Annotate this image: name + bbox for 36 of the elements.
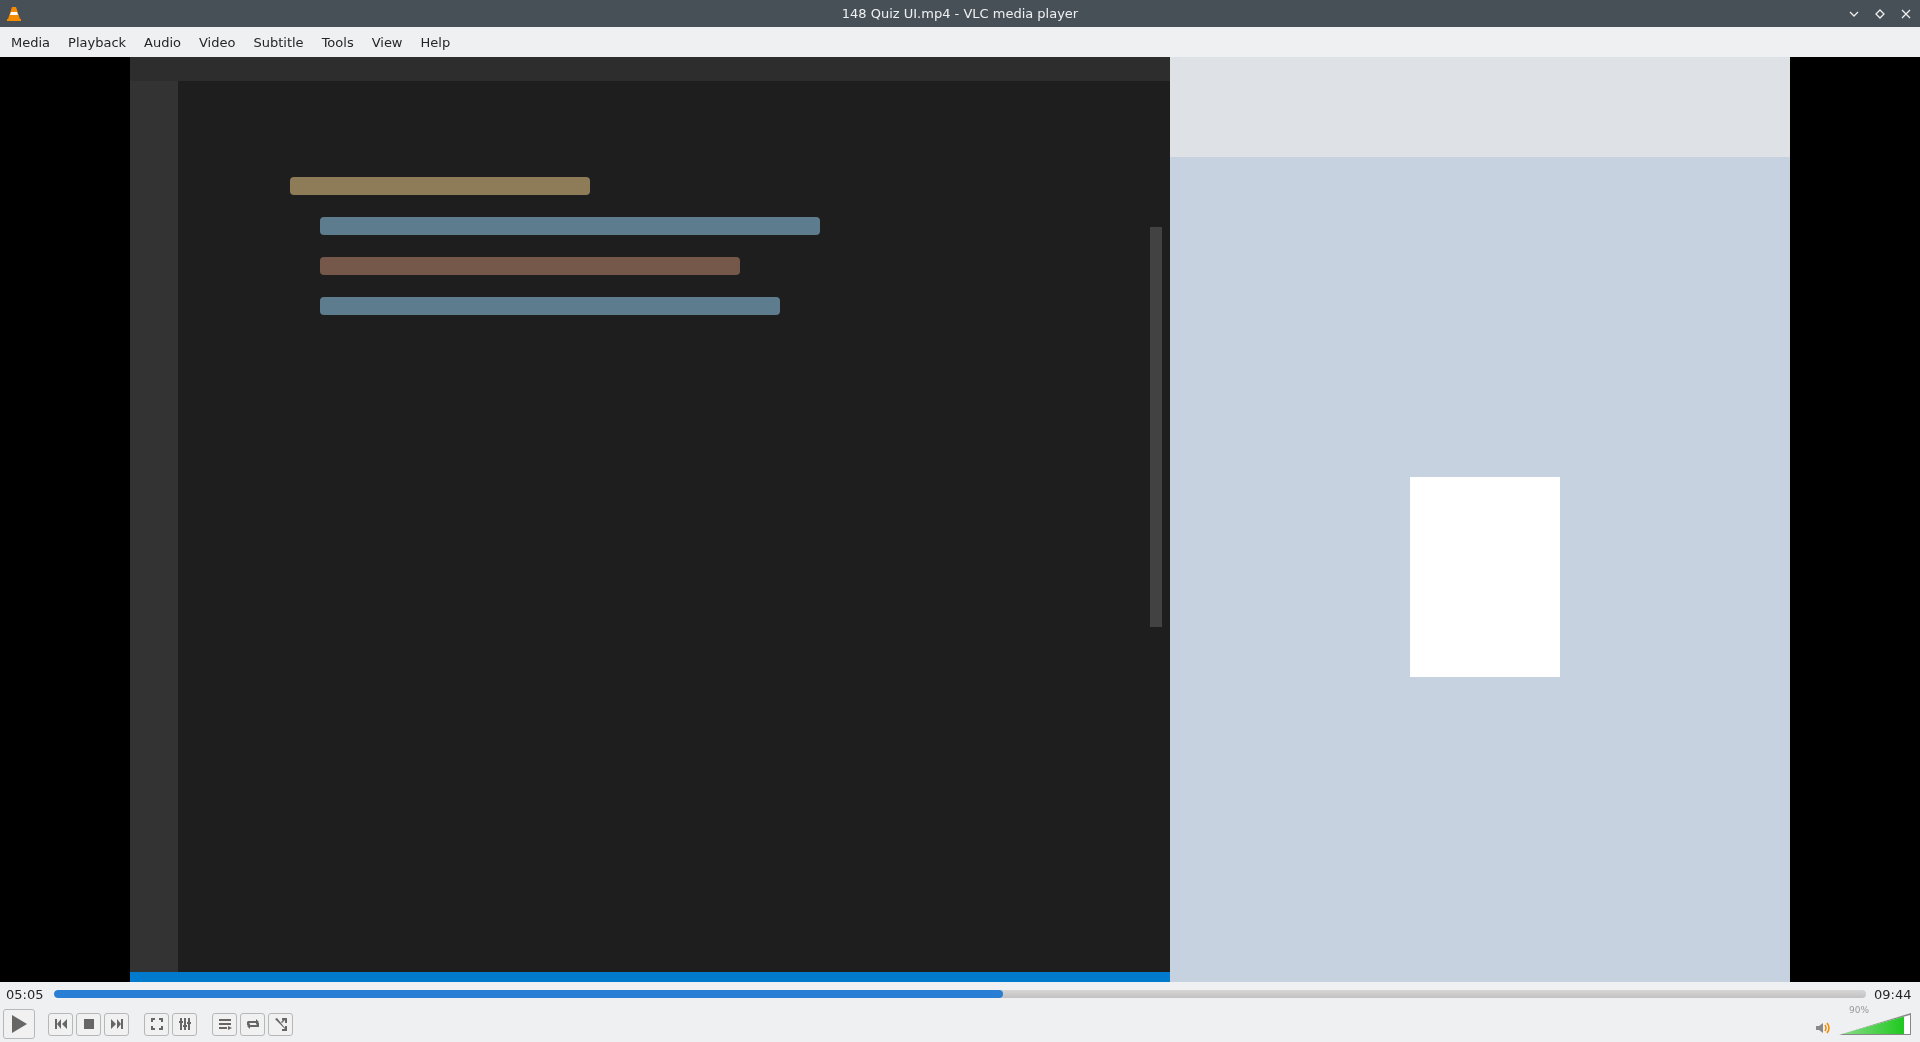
playlist-button[interactable]: [212, 1012, 237, 1036]
loop-icon: [245, 1017, 260, 1031]
menu-item[interactable]: Tools: [312, 30, 363, 54]
stop-button[interactable]: [76, 1012, 101, 1036]
next-icon: [109, 1017, 124, 1031]
equalizer-button[interactable]: [172, 1012, 197, 1036]
play-icon: [10, 1014, 28, 1034]
menu-item[interactable]: Help: [411, 30, 460, 54]
volume-reading: 90%: [1849, 1005, 1869, 1015]
menu-item[interactable]: Playback: [59, 30, 136, 54]
seek-bar[interactable]: [54, 990, 1866, 998]
shuffle-icon: [273, 1017, 288, 1031]
sliders-icon: [177, 1017, 192, 1031]
traffic-cone-icon: [6, 5, 22, 22]
playlist-icon: [217, 1017, 232, 1031]
menu-item[interactable]: Video: [190, 30, 245, 54]
menu-item[interactable]: View: [362, 30, 412, 54]
stop-icon: [81, 1017, 96, 1031]
close-icon: [1901, 8, 1911, 19]
menu-item[interactable]: Subtitle: [244, 30, 313, 54]
shuffle-button[interactable]: [268, 1012, 293, 1036]
menu-item[interactable]: Audio: [135, 30, 190, 54]
previous-button[interactable]: [48, 1012, 73, 1036]
total-time: 09:44: [1874, 986, 1913, 1002]
previous-icon: [53, 1017, 68, 1031]
elapsed-time: 05:05: [6, 986, 45, 1002]
chevron-down-icon: [1849, 10, 1859, 17]
fullscreen-icon: [149, 1017, 164, 1031]
next-button[interactable]: [104, 1012, 129, 1036]
play-button[interactable]: [3, 1009, 35, 1039]
diamond-icon: [1875, 8, 1885, 19]
fullscreen-button[interactable]: [144, 1012, 169, 1036]
speaker-icon[interactable]: [1815, 1021, 1831, 1035]
loop-button[interactable]: [240, 1012, 265, 1036]
menu-item[interactable]: Media: [2, 30, 60, 54]
window-title: 148 Quiz UI.mp4 - VLC media player: [841, 6, 1079, 21]
